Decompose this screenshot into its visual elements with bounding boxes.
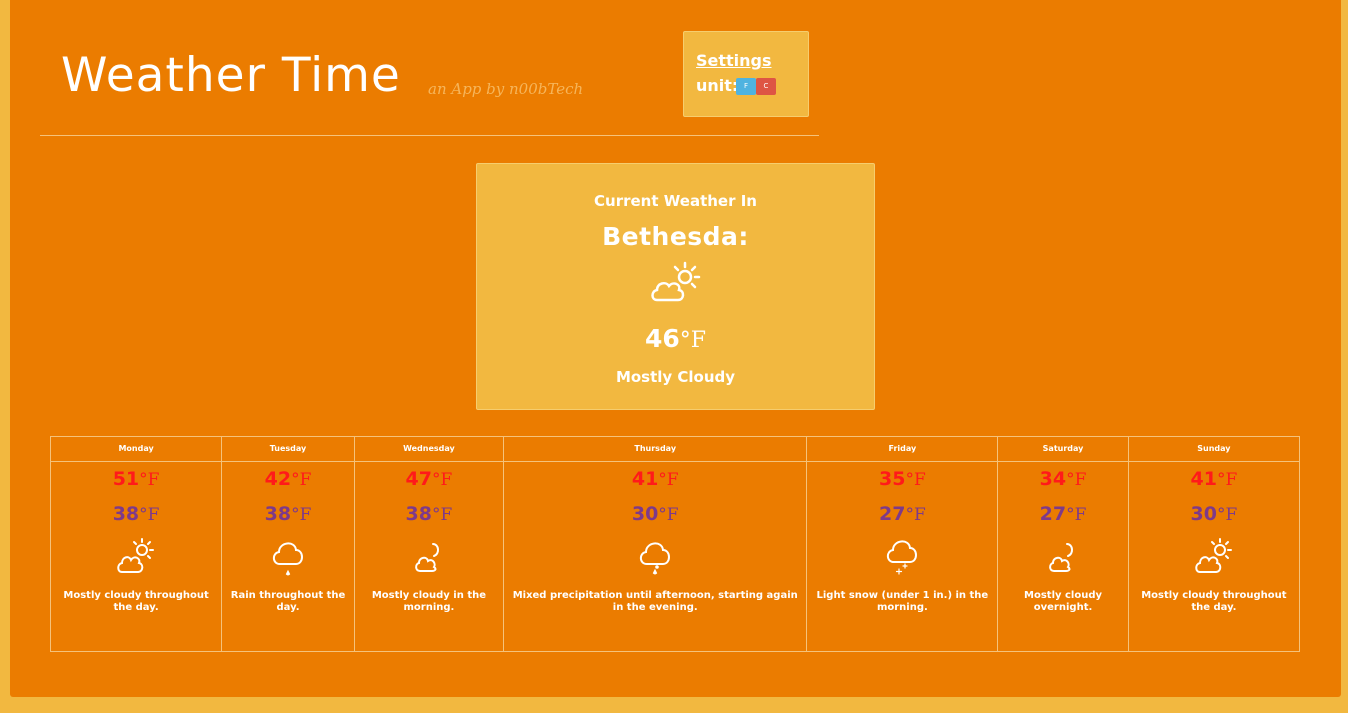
partly-cloudy-night-icon	[415, 543, 439, 572]
low-temp: 38°F	[355, 497, 503, 532]
temp-unit: °F	[1216, 505, 1238, 525]
high-temp-value: 42	[264, 468, 292, 490]
forecast-table: Monday Tuesday Wednesday Thursday Friday…	[49, 436, 1301, 652]
low-temp: 38°F	[222, 497, 354, 532]
high-temp: 41°F	[1129, 462, 1299, 497]
app-title: Weather Time	[61, 48, 401, 103]
app-subtitle: an App by n00bTech	[428, 80, 584, 98]
current-temp-unit: °F	[679, 328, 707, 353]
day-header: Tuesday	[221, 436, 355, 462]
rain-icon	[272, 542, 303, 576]
high-temp: 47°F	[355, 462, 503, 497]
temp-unit: °F	[905, 470, 926, 490]
low-temp-value: 27	[878, 503, 906, 525]
low-temp: 30°F	[504, 497, 807, 532]
low-temp-value: 38	[405, 503, 432, 525]
forecast-summary: Mixed precipitation until afternoon, sta…	[512, 590, 798, 613]
low-temp: 27°F	[807, 497, 997, 532]
high-temp-value: 47	[405, 468, 432, 490]
settings-link[interactable]: Settings	[696, 51, 772, 70]
settings-box: Settings unit: F C	[683, 31, 809, 117]
temp-unit: °F	[1216, 470, 1238, 490]
low-temp: 27°F	[998, 497, 1128, 532]
unit-label: unit:	[696, 76, 739, 95]
forecast-summary: Mostly cloudy overnight.	[1024, 590, 1103, 613]
temp-unit: °F	[291, 470, 312, 490]
partly-cloudy-icon	[117, 538, 155, 573]
forecast-day-cell: 41°F 30°F Mixed precipitation until afte…	[502, 461, 808, 652]
header-divider	[40, 135, 819, 136]
temp-unit: °F	[432, 505, 453, 525]
low-temp-value: 27	[1039, 503, 1067, 525]
snow-icon	[887, 540, 918, 575]
temp-unit: °F	[1066, 470, 1087, 490]
high-temp: 51°F	[51, 462, 221, 497]
high-temp: 41°F	[504, 462, 807, 497]
high-temp-value: 41	[1190, 468, 1217, 490]
low-temp-value: 30	[1190, 503, 1217, 525]
forecast-summary: Rain throughout the day.	[230, 590, 346, 613]
current-weather-label: Current Weather In	[594, 192, 757, 210]
current-city: Bethesda:	[602, 222, 749, 251]
forecast-header-row: Monday Tuesday Wednesday Thursday Friday…	[49, 436, 1301, 462]
high-temp-value: 51	[112, 468, 140, 490]
high-temp: 35°F	[807, 462, 997, 497]
current-condition: Mostly Cloudy	[615, 368, 736, 386]
unit-celsius-button[interactable]: C	[756, 78, 776, 95]
unit-fahrenheit-button[interactable]: F	[736, 78, 756, 95]
forecast-summary: Mostly cloudy throughout the day.	[1141, 590, 1287, 613]
temp-unit: °F	[432, 470, 453, 490]
high-temp: 34°F	[998, 462, 1128, 497]
current-weather-card: Current Weather In Bethesda: 46°F Mostly…	[476, 163, 875, 410]
forecast-summary: Mostly cloudy in the morning.	[371, 590, 487, 613]
temp-unit: °F	[658, 505, 679, 525]
low-temp-value: 30	[631, 503, 659, 525]
day-header: Monday	[49, 436, 223, 462]
forecast-summary: Mostly cloudy throughout the day.	[63, 590, 209, 613]
forecast-day-cell: 35°F 27°F Light snow (under 1 in.) in th…	[806, 461, 999, 652]
high-temp-value: 41	[631, 468, 659, 490]
temp-unit: °F	[658, 470, 679, 490]
high-temp-value: 34	[1039, 468, 1067, 490]
temp-unit: °F	[905, 505, 926, 525]
partly-cloudy-icon	[651, 261, 701, 302]
high-temp-value: 35	[878, 468, 906, 490]
forecast-summary: Light snow (under 1 in.) in the morning.	[816, 590, 989, 613]
temp-unit: °F	[139, 505, 160, 525]
low-temp: 38°F	[51, 497, 221, 532]
current-temp-value: 46	[644, 324, 680, 353]
forecast-day-cell: 47°F 38°F Mostly cloudy in the morning.	[353, 461, 504, 652]
low-temp-value: 38	[264, 503, 292, 525]
forecast-day-cell: 34°F 27°F Mostly cloudy overnight.	[997, 461, 1129, 652]
forecast-day-cell: 51°F 38°F Mostly cloudy throughout the d…	[49, 461, 223, 652]
forecast-day-cell: 42°F 38°F Rain throughout the day.	[221, 461, 355, 652]
temp-unit: °F	[139, 470, 160, 490]
partly-cloudy-night-icon	[1049, 543, 1074, 572]
forecast-body-row: 51°F 38°F Mostly cloudy throughout the d…	[49, 461, 1301, 652]
partly-cloudy-icon	[1195, 538, 1232, 573]
temp-unit: °F	[291, 505, 312, 525]
low-temp: 30°F	[1129, 497, 1299, 532]
sleet-icon	[640, 542, 671, 575]
temp-unit: °F	[1066, 505, 1087, 525]
current-temp: 46°F	[477, 324, 874, 353]
day-header: Thursday	[502, 436, 808, 462]
day-header: Friday	[806, 436, 999, 462]
forecast-day-cell: 41°F 30°F Mostly cloudy throughout the d…	[1127, 461, 1301, 652]
day-header: Saturday	[997, 436, 1129, 462]
low-temp-value: 38	[112, 503, 140, 525]
day-header: Wednesday	[353, 436, 504, 462]
day-header: Sunday	[1127, 436, 1301, 462]
high-temp: 42°F	[222, 462, 354, 497]
